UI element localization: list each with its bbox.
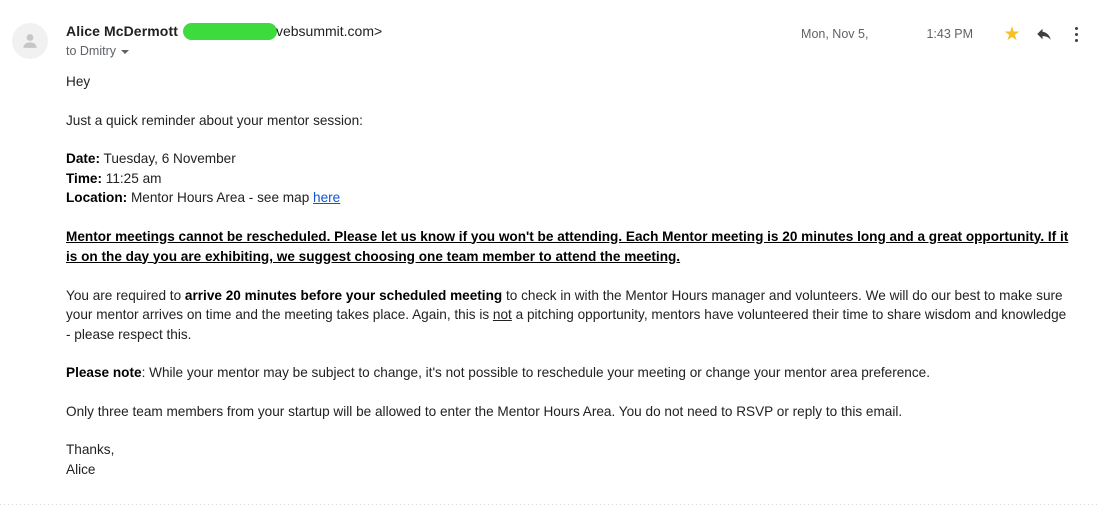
detail-time: Time: 11:25 am	[66, 169, 1071, 189]
arrive-text-1: You are required to	[66, 287, 185, 303]
warning-paragraph: Mentor meetings cannot be rescheduled. P…	[66, 228, 1069, 264]
please-note-text: : While your mentor may be subject to ch…	[141, 365, 930, 380]
signature-block: Thanks, Alice	[66, 440, 1071, 479]
arrive-early-paragraph: You are required to arrive 20 minutes be…	[66, 286, 1071, 345]
sender-email-domain: vebsummit.com>	[275, 23, 383, 39]
detail-date: Date: Tuesday, 6 November	[66, 149, 1071, 169]
session-details: Date: Tuesday, 6 November Time: 11:25 am…	[66, 149, 1071, 208]
arrive-bold: arrive 20 minutes before your scheduled …	[184, 287, 503, 303]
not-underlined: not	[492, 307, 512, 322]
please-note-label: Please note	[66, 365, 142, 380]
signature-name: Alice	[66, 461, 96, 477]
message-date: Mon, Nov 5,	[801, 27, 869, 41]
recipient-label: to Dmitry	[66, 44, 116, 58]
detail-location: Location: Mentor Hours Area - see map he…	[66, 188, 1071, 208]
avatar	[12, 23, 48, 59]
email-header: Alice McDermott vebsummit.com> to Dmitry…	[0, 0, 1099, 72]
star-button[interactable]: ★	[999, 21, 1025, 47]
intro-paragraph: Just a quick reminder about your mentor …	[66, 112, 363, 128]
detail-location-label: Location:	[66, 190, 128, 205]
detail-date-value: Tuesday, 6 November	[100, 151, 236, 166]
chevron-down-icon	[121, 50, 129, 54]
redacted-email-bar	[182, 22, 277, 40]
greeting-paragraph: Hey	[66, 74, 91, 89]
recipient-dropdown[interactable]: to Dmitry	[66, 44, 129, 58]
star-icon: ★	[1003, 23, 1021, 45]
please-note-paragraph: Please note: While your mentor may be su…	[66, 363, 1071, 383]
detail-location-value: Mentor Hours Area - see map	[127, 190, 314, 205]
rsvp-paragraph: Only three team members from your startu…	[66, 403, 903, 419]
sign-off: Thanks,	[66, 442, 115, 457]
sender-name[interactable]: Alice McDermott	[66, 23, 178, 39]
detail-time-value: 11:25 am	[102, 170, 162, 186]
detail-date-label: Date:	[66, 151, 100, 166]
reply-icon	[1037, 28, 1051, 40]
more-vertical-icon	[1074, 26, 1078, 42]
more-options-button[interactable]	[1063, 21, 1089, 47]
detail-time-label: Time:	[66, 170, 103, 186]
message-time: 1:43 PM	[926, 27, 973, 41]
sender-line: Alice McDermott vebsummit.com>	[66, 22, 382, 40]
bottom-divider	[0, 504, 1099, 505]
email-body: Hey Just a quick reminder about your men…	[0, 72, 1099, 479]
header-actions: Mon, Nov 5, 1:43 PM ★	[801, 21, 1089, 47]
reply-button[interactable]	[1031, 21, 1057, 47]
map-link[interactable]: here	[313, 190, 340, 205]
